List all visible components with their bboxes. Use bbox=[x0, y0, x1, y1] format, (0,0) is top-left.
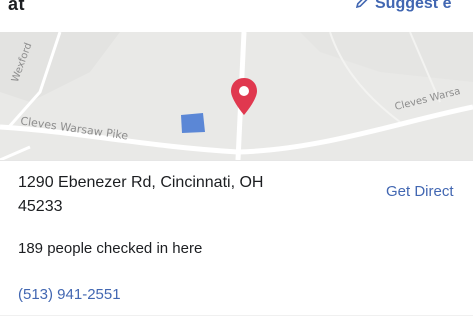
building-marker bbox=[179, 112, 207, 134]
pencil-icon bbox=[355, 0, 369, 13]
suggest-edit-link[interactable]: Suggest e bbox=[355, 0, 452, 13]
get-directions-link[interactable]: Get Direct bbox=[386, 183, 454, 200]
address-text: 1290 Ebenezer Rd, Cincinnati, OH 45233 bbox=[18, 171, 348, 219]
suggest-edit-label: Suggest e bbox=[375, 0, 452, 12]
phone-link[interactable]: (513) 941-2551 bbox=[18, 286, 121, 303]
address-line-1: 1290 Ebenezer Rd, Cincinnati, OH bbox=[18, 174, 264, 191]
page-title: at bbox=[8, 0, 26, 14]
place-info: 1290 Ebenezer Rd, Cincinnati, OH 45233 G… bbox=[0, 160, 473, 316]
map-pin-icon[interactable] bbox=[229, 77, 259, 117]
location-map[interactable]: Wexford Cleves Warsaw Pike Cleves Warsa bbox=[0, 32, 473, 160]
address-line-2: 45233 bbox=[18, 198, 63, 215]
checkins-text: 189 people checked in here bbox=[18, 240, 203, 257]
header-strip: at Suggest e bbox=[0, 0, 473, 32]
place-page: at Suggest e Wexford Cleves Warsaw Pike … bbox=[0, 0, 473, 316]
